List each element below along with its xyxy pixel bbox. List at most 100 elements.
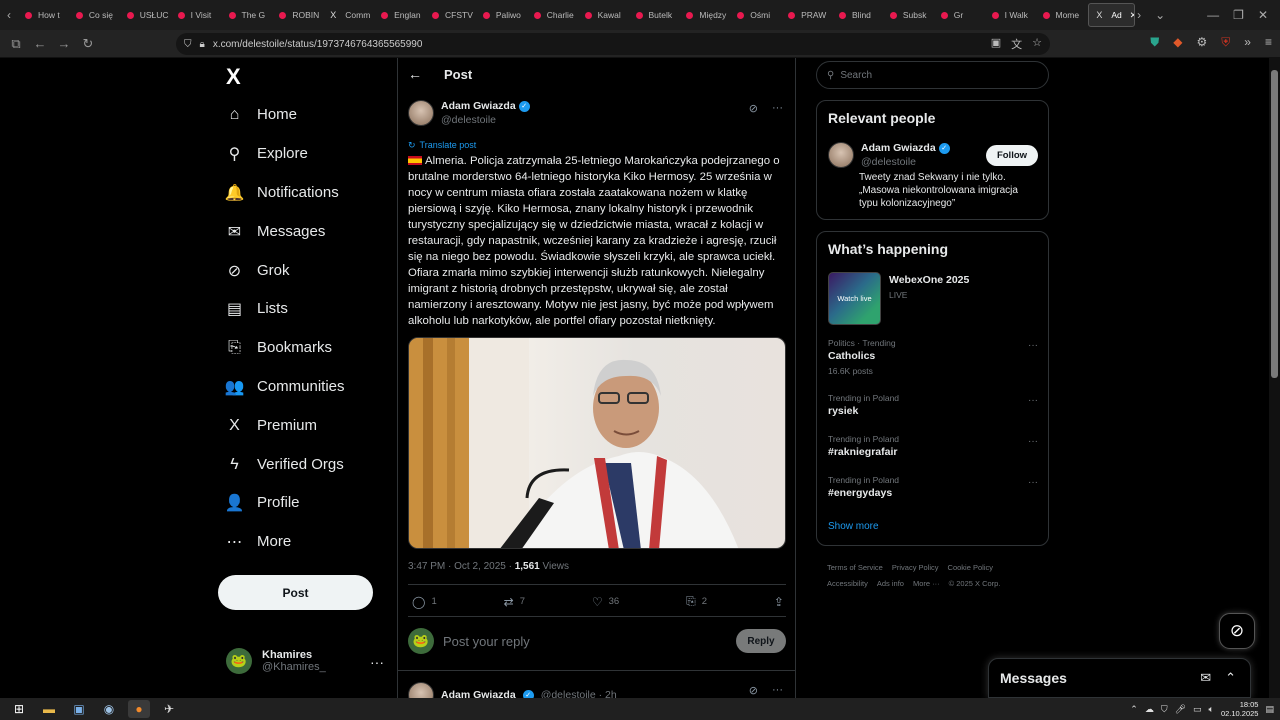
browser-tab[interactable]: The G: [222, 0, 273, 30]
tracking-shield-icon[interactable]: ⛉: [184, 39, 192, 50]
tab-list-icon[interactable]: ⌄: [1155, 8, 1165, 22]
person-name[interactable]: Adam Gwiazda: [861, 142, 936, 154]
browser-tab[interactable]: Mome: [1036, 0, 1087, 30]
clock[interactable]: 18:05 02.10.2025: [1221, 700, 1259, 718]
forward-icon[interactable]: →: [52, 36, 76, 51]
trend-item[interactable]: Trending in Poland rysiek ···: [828, 393, 1038, 417]
browser-tab[interactable]: I Walk: [985, 0, 1036, 30]
browser-tab[interactable]: Englan: [374, 0, 425, 30]
extensions-icon[interactable]: ⚙: [1197, 35, 1208, 50]
url-bar[interactable]: ⛉ 🔒︎ x.com/delestoile/status/19737467643…: [176, 33, 1050, 55]
translate-post-link[interactable]: ↻ Translate post: [408, 140, 476, 151]
reply-button[interactable]: Reply: [736, 629, 786, 653]
nav-item-grok[interactable]: ⊘ Grok: [226, 262, 290, 280]
author-name[interactable]: Adam Gwiazda: [441, 100, 516, 112]
follow-button[interactable]: Follow: [986, 145, 1038, 166]
bookmark-star-icon[interactable]: ☆: [1032, 36, 1042, 52]
new-message-icon[interactable]: ✉: [1200, 670, 1211, 686]
post-author[interactable]: Adam Gwiazda ✓ @delestoile: [408, 100, 530, 126]
browser-tab[interactable]: Ośmi: [730, 0, 781, 30]
firefox-icon[interactable]: ●: [128, 700, 150, 718]
trend-item[interactable]: Politics · Trending Catholics 16.6K posts ·…: [828, 338, 1038, 376]
nav-item-bookmarks[interactable]: ⎘ Bookmarks: [226, 339, 332, 357]
person-avatar[interactable]: [828, 142, 854, 168]
app-menu-icon[interactable]: ≡: [1265, 35, 1272, 50]
cloud-icon[interactable]: ☁: [1145, 704, 1154, 715]
browser-tab[interactable]: Subsk: [883, 0, 934, 30]
trend-more-icon[interactable]: ···: [1028, 340, 1038, 351]
browser-tab[interactable]: Gr: [934, 0, 985, 30]
share-action[interactable]: ⇪: [774, 594, 784, 609]
back-arrow-icon[interactable]: ←: [408, 66, 422, 82]
page-scrollbar[interactable]: [1269, 58, 1280, 698]
post-timestamp[interactable]: 3:47 PM · Oct 2, 2025 ·: [408, 561, 515, 572]
nav-item-premium[interactable]: X Premium: [226, 417, 317, 435]
trend-item[interactable]: Trending in Poland #rakniegrafair ···: [828, 434, 1038, 458]
search-input[interactable]: ⚲ Search: [816, 61, 1049, 89]
tab-actions-icon[interactable]: ⧉: [4, 36, 28, 52]
grok-fab-icon[interactable]: ⊘: [1219, 613, 1255, 649]
file-explorer-icon[interactable]: ▬: [38, 700, 60, 718]
close-tab-icon[interactable]: ✕: [1130, 10, 1134, 21]
browser-tab[interactable]: Co się: [69, 0, 120, 30]
maximize-icon[interactable]: ❐: [1233, 8, 1244, 22]
nav-item-explore[interactable]: ⚲ Explore: [226, 145, 308, 163]
network-icon[interactable]: ▭: [1193, 704, 1202, 715]
browser-tab[interactable]: X Ad ✕: [1088, 3, 1136, 27]
start-icon[interactable]: ⊞: [8, 700, 30, 718]
reply-input[interactable]: Post your reply: [443, 634, 727, 649]
post-image[interactable]: [408, 337, 786, 549]
back-icon[interactable]: ←: [28, 36, 52, 51]
browser-tab[interactable]: Paliwo: [476, 0, 527, 30]
volume-icon[interactable]: 🔈︎: [1209, 704, 1214, 715]
repost-action[interactable]: ⇄ 7: [504, 594, 525, 609]
remote-desktop-icon[interactable]: ▣: [68, 700, 90, 718]
steam-icon[interactable]: ◉: [98, 700, 120, 718]
x-logo[interactable]: X: [226, 64, 241, 90]
browser-tab[interactable]: Kawal: [578, 0, 629, 30]
tray-overflow-icon[interactable]: ⌃: [1130, 704, 1138, 715]
vpn-icon[interactable]: ⛉: [1161, 704, 1168, 715]
tab-scroll-right-icon[interactable]: ›: [1137, 8, 1141, 22]
nav-item-lists[interactable]: ▤ Lists: [226, 300, 288, 318]
nav-item-more[interactable]: ⋯ More: [226, 533, 292, 551]
trend-more-icon[interactable]: ···: [1028, 395, 1038, 406]
overflow-menu-icon[interactable]: »: [1244, 35, 1251, 50]
account-more-icon[interactable]: ···: [370, 654, 384, 670]
vpn-extension-icon[interactable]: ⛊: [1150, 35, 1159, 50]
nav-item-profile[interactable]: 👤 Profile: [225, 494, 300, 512]
account-switcher[interactable]: 🐸 Khamires @Khamires_ ···: [226, 648, 384, 674]
browser-tab[interactable]: Butelk: [629, 0, 680, 30]
lock-icon[interactable]: 🔒︎: [200, 39, 205, 50]
nav-item-communities[interactable]: 👥 Communities: [225, 378, 345, 396]
translate-page-icon[interactable]: 文: [1011, 36, 1022, 52]
post-more-icon[interactable]: ···: [772, 684, 783, 697]
expand-drawer-icon[interactable]: ⌃: [1225, 670, 1236, 686]
footer-link[interactable]: Ads info: [877, 579, 904, 588]
browser-tab[interactable]: Charlie: [527, 0, 578, 30]
fox-extension-icon[interactable]: ◆: [1173, 35, 1182, 50]
trend-more-icon[interactable]: ···: [1028, 477, 1038, 488]
messages-drawer[interactable]: Messages ✉ ⌃: [988, 658, 1251, 698]
nav-item-messages[interactable]: ✉ Messages: [226, 223, 326, 241]
browser-tab[interactable]: PRAW: [781, 0, 832, 30]
browser-tab[interactable]: Blind: [832, 0, 883, 30]
footer-link[interactable]: Terms of Service: [827, 563, 883, 572]
browser-tab[interactable]: ROBIN: [272, 0, 323, 30]
grok-explain-icon[interactable]: ⊘: [749, 684, 758, 697]
browser-tab[interactable]: I Visit: [171, 0, 222, 30]
bookmark-action[interactable]: ⎘ 2: [686, 594, 707, 609]
browser-tab[interactable]: Między: [679, 0, 730, 30]
browser-tab[interactable]: X Comm: [323, 0, 374, 30]
nav-item-verified-orgs[interactable]: ϟ Verified Orgs: [226, 456, 343, 474]
person-handle[interactable]: @delestoile: [861, 156, 950, 168]
microphone-icon[interactable]: 🎤︎: [1175, 704, 1186, 715]
reply-action[interactable]: ◯ 1: [412, 594, 437, 609]
nav-item-notifications[interactable]: 🔔 Notifications: [225, 184, 339, 202]
tab-scroll-left-icon[interactable]: ‹: [0, 8, 18, 22]
grok-explain-icon[interactable]: ⊘: [749, 102, 758, 115]
app-icon[interactable]: ✈: [158, 700, 180, 718]
post-button[interactable]: Post: [218, 575, 373, 610]
ublock-icon[interactable]: ⛨: [1221, 35, 1230, 50]
relevant-person[interactable]: Adam Gwiazda ✓ @delestoile: [828, 142, 950, 168]
